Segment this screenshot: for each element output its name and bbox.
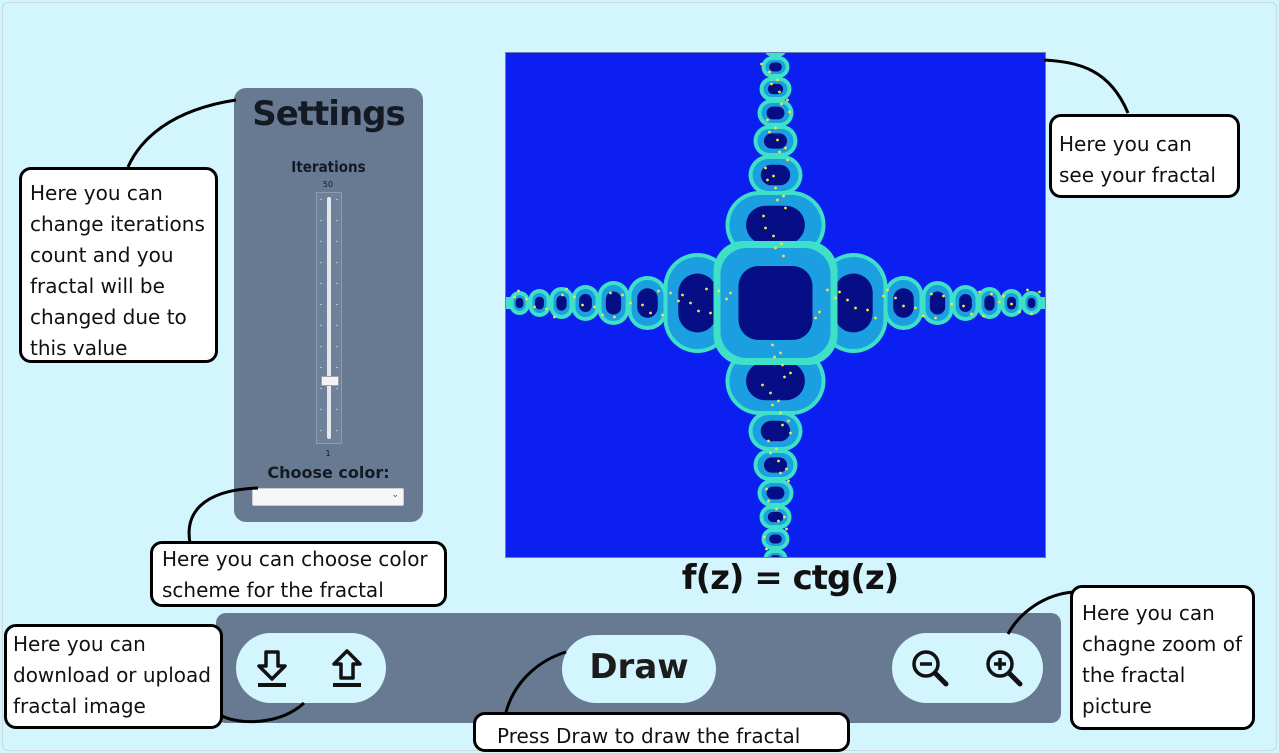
callout-draw: Press Draw to draw the fractal: [473, 712, 850, 752]
callout-draw-text: Press Draw to draw the fractal: [497, 724, 801, 748]
callout-color-scheme: Here you can choose color scheme for the…: [150, 541, 447, 607]
callout-download-upload: Here you can download or upload fractal …: [4, 624, 223, 729]
callout-iterations: Here you can change iterations count and…: [19, 167, 218, 363]
callout-fractal-view-text: Here you can see your fractal: [1059, 132, 1216, 187]
callout-download-upload-text: Here you can download or upload fractal …: [13, 632, 211, 718]
callout-zoom-text: Here you can chagne zoom of the fractal …: [1082, 601, 1243, 718]
callout-fractal-view: Here you can see your fractal: [1049, 114, 1240, 198]
callout-zoom: Here you can chagne zoom of the fractal …: [1070, 585, 1255, 730]
callout-color-scheme-text: Here you can choose color scheme for the…: [162, 547, 428, 602]
callout-iterations-text: Here you can change iterations count and…: [30, 181, 205, 360]
app-window: Settings Iterations 50 1 Choose color: ⌄…: [0, 0, 1279, 753]
